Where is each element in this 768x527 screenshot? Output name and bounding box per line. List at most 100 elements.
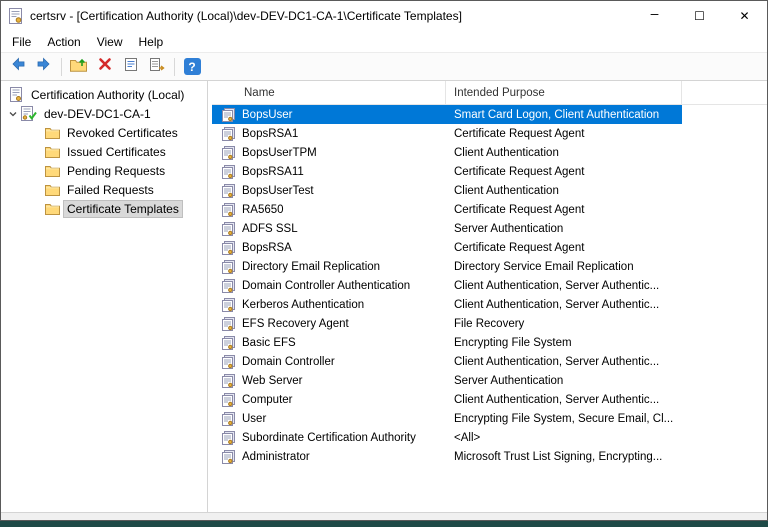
tree-item-label: Certification Authority (Local) [28,87,187,103]
back-button[interactable] [6,55,30,78]
menu-item-view[interactable]: View [89,33,131,51]
template-row[interactable]: Web Server Server Authentication [212,371,682,390]
template-row[interactable]: Subordinate Certification Authority <All… [212,428,682,447]
tree-item-certification-authority[interactable]: Certification Authority (Local) [1,85,207,104]
template-name-cell: Kerberos Authentication [212,298,446,312]
forward-button[interactable] [32,55,56,78]
list-header: Name Intended Purpose [212,81,767,105]
folder-icon [45,127,60,139]
template-row[interactable]: User Encrypting File System, Secure Emai… [212,409,682,428]
template-intended-purpose: Certificate Request Agent [446,242,682,254]
tree-item-folder[interactable]: Revoked Certificates [1,123,207,142]
template-name-cell: Directory Email Replication [212,260,446,274]
certificate-template-icon [222,241,235,255]
template-row[interactable]: BopsRSA1 Certificate Request Agent [212,124,682,143]
template-name-cell: ADFS SSL [212,222,446,236]
template-row[interactable]: Kerberos Authentication Client Authentic… [212,295,682,314]
delete-button[interactable] [93,55,117,78]
up-one-level-button[interactable] [67,55,91,78]
certificate-template-icon [222,393,235,407]
tree-children: Revoked Certificates Issued Certificates [1,123,207,218]
tree-item-folder[interactable]: Pending Requests [1,161,207,180]
column-header-intended-purpose[interactable]: Intended Purpose [446,81,682,104]
template-intended-purpose: Encrypting File System [446,337,682,349]
template-name-cell: Basic EFS [212,336,446,350]
template-intended-purpose: Server Authentication [446,375,682,387]
close-button[interactable]: ✕ [722,1,767,31]
template-row[interactable]: Administrator Microsoft Trust List Signi… [212,447,682,466]
template-name-cell: BopsRSA [212,241,446,255]
template-name: Web Server [242,375,303,387]
help-button[interactable] [180,55,204,78]
properties-button[interactable] [119,55,143,78]
toolbar-separator [174,58,175,76]
template-intended-purpose: File Recovery [446,318,682,330]
tree-item-label: dev-DEV-DC1-CA-1 [41,106,154,122]
template-intended-purpose: Client Authentication, Server Authentic.… [446,280,682,292]
certificate-template-icon [222,431,235,445]
template-row[interactable]: Directory Email Replication Directory Se… [212,257,682,276]
template-row[interactable]: RA5650 Certificate Request Agent [212,200,682,219]
template-row[interactable]: Computer Client Authentication, Server A… [212,390,682,409]
folder-icon [45,146,60,158]
tree-item-ca-server[interactable]: dev-DEV-DC1-CA-1 [1,104,207,123]
template-intended-purpose: Directory Service Email Replication [446,261,682,273]
menu-item-action[interactable]: Action [39,33,88,51]
template-row[interactable]: Basic EFS Encrypting File System [212,333,682,352]
list-body: BopsUser Smart Card Logon, Client Authen… [212,105,767,512]
certsrv-window: certsrv - [Certification Authority (Loca… [0,0,768,521]
template-name: BopsUserTPM [242,147,317,159]
template-intended-purpose: Microsoft Trust List Signing, Encrypting… [446,451,682,463]
template-intended-purpose: Client Authentication, Server Authentic.… [446,394,682,406]
back-arrow-icon [10,56,26,77]
tree-item-label: Certificate Templates [64,201,182,217]
certificate-template-icon [222,222,235,236]
certificate-template-icon [222,336,235,350]
menu-item-help[interactable]: Help [131,33,172,51]
minimize-button[interactable]: – [632,1,677,31]
certificate-template-icon [222,279,235,293]
template-row[interactable]: BopsRSA11 Certificate Request Agent [212,162,682,181]
tree-item-label: Issued Certificates [64,144,169,160]
template-name: BopsRSA11 [242,166,304,178]
help-icon [184,58,201,75]
chevron-expanded-icon[interactable] [7,109,19,119]
toolbar-separator [61,58,62,76]
certificate-template-icon [222,355,235,369]
template-name-cell: BopsUser [212,108,446,122]
template-row[interactable]: Domain Controller Client Authentication,… [212,352,682,371]
template-name: Basic EFS [242,337,296,349]
template-row[interactable]: BopsRSA Certificate Request Agent [212,238,682,257]
template-name-cell: BopsRSA1 [212,127,446,141]
menu-item-file[interactable]: File [4,33,39,51]
template-row[interactable]: BopsUser Smart Card Logon, Client Authen… [212,105,682,124]
template-name-cell: RA5650 [212,203,446,217]
template-name: Kerberos Authentication [242,299,364,311]
folder-icon [45,184,60,196]
certificate-template-icon [222,146,235,160]
export-list-icon [149,57,166,77]
export-list-button[interactable] [145,55,169,78]
template-row[interactable]: BopsUserTest Client Authentication [212,181,682,200]
window-title: certsrv - [Certification Authority (Loca… [30,9,632,23]
column-header-name[interactable]: Name [212,81,446,104]
certificate-template-icon [222,298,235,312]
template-row[interactable]: BopsUserTPM Client Authentication [212,143,682,162]
template-intended-purpose: Client Authentication, Server Authentic.… [446,356,682,368]
title-bar: certsrv - [Certification Authority (Loca… [1,1,767,31]
template-row[interactable]: EFS Recovery Agent File Recovery [212,314,682,333]
template-name: Computer [242,394,293,406]
tree-item-folder[interactable]: Failed Requests [1,180,207,199]
tree-item-folder[interactable]: Certificate Templates [1,199,207,218]
template-row[interactable]: Domain Controller Authentication Client … [212,276,682,295]
tree-item-folder[interactable]: Issued Certificates [1,142,207,161]
template-intended-purpose: <All> [446,432,682,444]
maximize-button[interactable]: ☐ [677,1,722,31]
template-name-cell: BopsUserTest [212,184,446,198]
template-name-cell: EFS Recovery Agent [212,317,446,331]
template-name: BopsRSA1 [242,128,298,140]
template-row[interactable]: ADFS SSL Server Authentication [212,219,682,238]
template-name: Domain Controller [242,356,335,368]
menu-item-label: Help [139,35,164,49]
template-name: Administrator [242,451,310,463]
